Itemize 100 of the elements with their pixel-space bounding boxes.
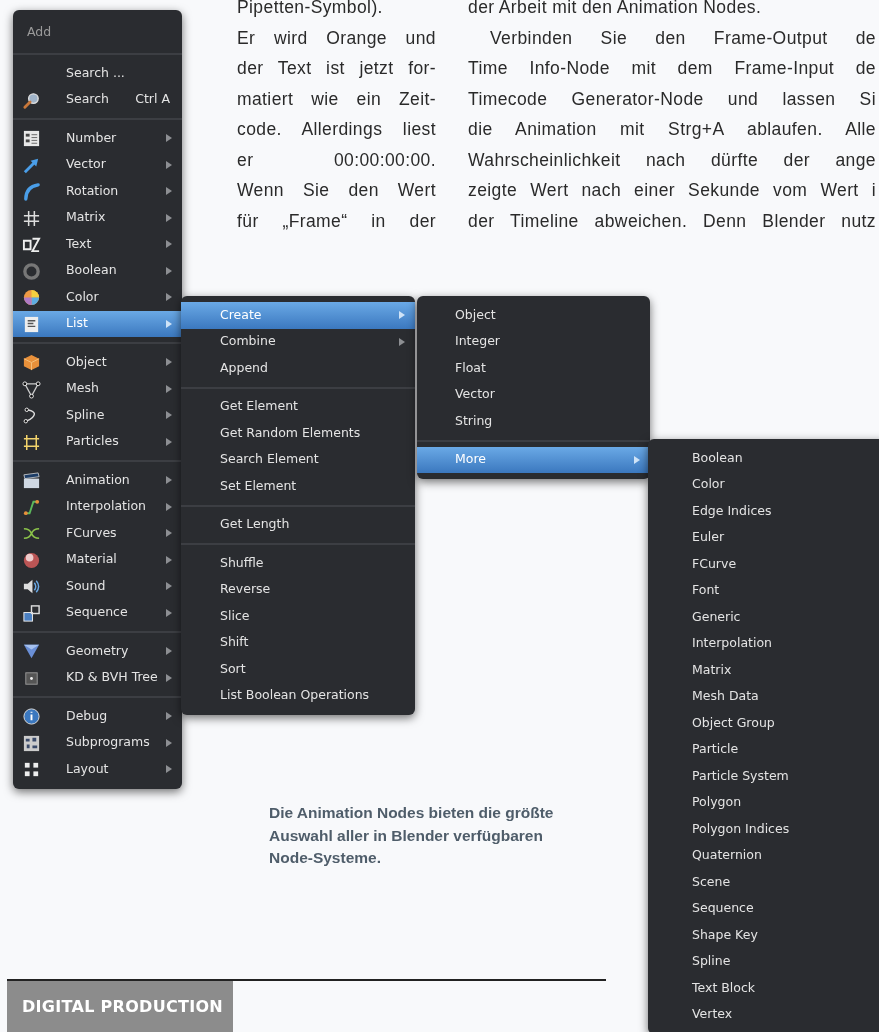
menu-item[interactable]: Spline xyxy=(648,948,879,975)
menu-item[interactable]: Matrix xyxy=(13,204,182,231)
menu-item[interactable]: Color xyxy=(648,471,879,498)
article-text-line: zeigte Wert nach einer Sekunde vom Wert i xyxy=(468,179,876,202)
menu-item[interactable]: Animation xyxy=(13,467,182,494)
four-squares-icon xyxy=(22,760,41,779)
menu-item[interactable]: Debug xyxy=(13,703,182,730)
menu-item[interactable]: Euler xyxy=(648,524,879,551)
menu-item[interactable]: Particle xyxy=(648,736,879,763)
article-text-line: die Animation mit Strg+A ablaufen. Alle xyxy=(468,118,876,141)
menu-item[interactable]: Sequence xyxy=(13,599,182,626)
menu-item[interactable]: Interpolation xyxy=(648,630,879,657)
menu-item[interactable]: Search Element xyxy=(181,446,415,473)
menu-item[interactable]: Mesh Data xyxy=(648,683,879,710)
cube-icon xyxy=(22,353,41,372)
table-icon xyxy=(22,129,41,148)
menu-title: Add xyxy=(26,23,53,41)
menu-item[interactable]: Polygon xyxy=(648,789,879,816)
menu-item[interactable]: Shuffle xyxy=(181,550,415,577)
menu-item[interactable]: Particle System xyxy=(648,763,879,790)
article-text-line: er 00:00:00:00. xyxy=(237,148,436,172)
menu-item[interactable]: Vertex xyxy=(648,1001,879,1028)
menu-item[interactable]: Get Length xyxy=(181,511,415,538)
sphere-icon xyxy=(22,550,41,570)
menu-item[interactable]: Mesh xyxy=(13,375,182,402)
color-wheel-icon xyxy=(22,288,41,307)
grid-icon xyxy=(22,208,41,228)
menu-item[interactable]: Append xyxy=(181,355,415,382)
menu-item[interactable]: Get Element xyxy=(181,393,415,420)
document-icon xyxy=(22,314,41,334)
menu-item[interactable]: Font xyxy=(648,577,879,604)
menu-item[interactable]: Shape Key xyxy=(648,922,879,949)
menu-item[interactable]: Sound xyxy=(13,573,182,600)
menu-item[interactable]: Object xyxy=(13,349,182,376)
menu-item[interactable]: Quaternion xyxy=(648,842,879,869)
menu-item[interactable]: Interpolation xyxy=(13,493,182,520)
article-text-line: der Arbeit mit den Animation Nodes. xyxy=(468,0,763,19)
menu-item[interactable]: Layout xyxy=(13,756,182,783)
menu-item[interactable]: Material xyxy=(13,546,182,573)
article-text-line: Er wird Orange und xyxy=(237,26,436,50)
menu-item[interactable]: Search Ctrl A xyxy=(13,86,182,113)
pattern-icon xyxy=(22,733,41,753)
article-text-line: Verbinden Sie den Frame-Output de xyxy=(489,26,876,50)
menu-item[interactable]: FCurves xyxy=(13,520,182,547)
search-icon xyxy=(22,90,41,110)
menu-item[interactable]: Search ... xyxy=(13,60,182,87)
article-text-line: Wenn Sie den Wert xyxy=(237,179,436,202)
squares-icon xyxy=(22,603,41,623)
menu-item[interactable]: List Boolean Operations xyxy=(181,682,415,709)
article-text-line: der Text ist jetzt for- xyxy=(237,57,436,80)
figure-caption: Die Animation Nodes bieten die größte Auswahl aller in Blender verfügbaren Node-Systeme. xyxy=(269,803,555,868)
menu-item[interactable]: Polygon Indices xyxy=(648,816,879,843)
arc-icon xyxy=(22,182,41,201)
menu-item[interactable]: Subprograms xyxy=(13,729,182,756)
menu-item[interactable]: Combine xyxy=(181,328,415,355)
text-icon xyxy=(22,235,41,254)
menu-item[interactable]: Float xyxy=(417,355,650,382)
menu-item[interactable]: Integer xyxy=(417,328,650,355)
menu-item[interactable]: Object xyxy=(417,302,650,329)
menu-item[interactable]: Set Element xyxy=(181,473,415,500)
menu-item[interactable]: Scene xyxy=(648,869,879,896)
article-text-line: für „Frame“ in der xyxy=(237,209,436,233)
article-text-line: code. Allerdings liest xyxy=(237,118,436,141)
menu-item[interactable]: Vector xyxy=(417,381,650,408)
menu-item[interactable]: Sort xyxy=(181,656,415,683)
menu-item[interactable]: Text xyxy=(13,231,182,258)
menu-item[interactable]: Spline xyxy=(13,402,182,429)
menu-item[interactable]: Boolean xyxy=(648,445,879,472)
menu-item[interactable]: Boolean xyxy=(13,257,182,284)
menu-item[interactable]: Generic xyxy=(648,604,879,631)
menu-item[interactable]: FCurve xyxy=(648,551,879,578)
menu-item[interactable]: KD & BVH Tree xyxy=(13,664,182,691)
menu-item[interactable]: Reverse xyxy=(181,576,415,603)
article-text-line: Wahrscheinlichkeit nach dürfte der ange xyxy=(468,148,876,172)
menu-item[interactable]: Geometry xyxy=(13,638,182,665)
article-text-line: Time Info-Node mit dem Frame-Input de xyxy=(468,57,876,80)
menu-item[interactable]: Get Random Elements xyxy=(181,420,415,447)
info-icon xyxy=(22,707,41,726)
menu-item[interactable]: Particles xyxy=(13,428,182,455)
menu-item[interactable]: Shift xyxy=(181,629,415,656)
menu-item[interactable]: Text Block xyxy=(648,975,879,1002)
menu-item[interactable]: Vector xyxy=(13,151,182,178)
menu-item[interactable]: Object Group xyxy=(648,710,879,737)
article-text-line: Pipetten-Symbol). xyxy=(237,0,384,19)
menu-item[interactable]: Rotation xyxy=(13,178,182,205)
menu-item[interactable]: Number xyxy=(13,125,182,152)
ring-icon xyxy=(22,261,41,281)
article-text-line: Timecode Generator-Node und lassen Si xyxy=(468,87,876,111)
menu-item[interactable]: Matrix xyxy=(648,657,879,684)
triangle-vertices-icon xyxy=(22,379,41,399)
magazine-brand: DIGITAL PRODUCTION xyxy=(7,981,233,1032)
menu-item[interactable]: Color xyxy=(13,284,182,311)
menu-item[interactable]: String xyxy=(417,408,650,435)
article-text-line: matiert wie ein Zeit- xyxy=(237,87,436,111)
menu-item[interactable]: Edge Indices xyxy=(648,498,879,525)
menu-item[interactable]: Sequence xyxy=(648,895,879,922)
triangle-icon xyxy=(22,642,41,661)
menu-item[interactable]: Slice xyxy=(181,603,415,630)
clapperboard-icon xyxy=(22,471,41,490)
curve-icon xyxy=(22,497,41,517)
